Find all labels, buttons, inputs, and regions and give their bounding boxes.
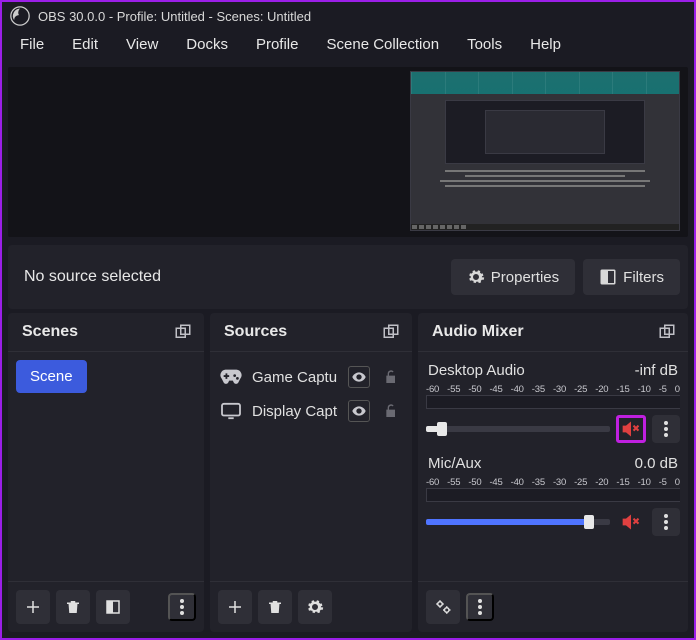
sources-panel: Sources Game Capture Display Capture [210, 313, 412, 632]
filters-label: Filters [623, 269, 664, 286]
monitor-icon [220, 402, 242, 420]
gear-icon [467, 268, 485, 286]
speaker-muted-icon [621, 420, 641, 438]
scenes-panel: Scenes Scene [8, 313, 204, 632]
menu-edit[interactable]: Edit [58, 30, 112, 59]
menu-scene-collection[interactable]: Scene Collection [313, 30, 454, 59]
menu-view[interactable]: View [112, 30, 172, 59]
volume-slider[interactable] [426, 426, 610, 432]
remove-scene-button[interactable] [56, 590, 90, 624]
source-item[interactable]: Game Capture [218, 360, 404, 394]
mixer-body: Desktop Audio -inf dB -60-55-50-45-40-35… [418, 352, 688, 581]
audio-meter [426, 395, 680, 409]
filters-icon [104, 598, 122, 616]
scenes-footer [8, 581, 204, 632]
remove-source-button[interactable] [258, 590, 292, 624]
speaker-muted-icon [621, 513, 641, 531]
plus-icon [24, 598, 42, 616]
sources-header: Sources [210, 313, 412, 352]
add-source-button[interactable] [218, 590, 252, 624]
eye-icon [351, 369, 367, 385]
mute-button[interactable] [616, 415, 646, 443]
sources-footer [210, 581, 412, 632]
source-label: Display Capture [252, 403, 338, 420]
channel-db: -inf dB [635, 362, 678, 379]
unlock-icon [383, 369, 399, 385]
properties-label: Properties [491, 269, 559, 286]
preview-canvas[interactable] [8, 67, 688, 237]
scene-filters-button[interactable] [96, 590, 130, 624]
mixer-title: Audio Mixer [432, 323, 524, 341]
scenes-menu-button[interactable] [168, 593, 196, 621]
mixer-footer [418, 581, 688, 632]
lock-toggle[interactable] [380, 400, 402, 422]
scenes-header: Scenes [8, 313, 204, 352]
plus-icon [226, 598, 244, 616]
add-scene-button[interactable] [16, 590, 50, 624]
app-window: OBS 30.0.0 - Profile: Untitled - Scenes:… [0, 0, 696, 640]
audio-meter [426, 488, 680, 502]
channel-db: 0.0 dB [635, 455, 678, 472]
scenes-title: Scenes [22, 323, 78, 341]
properties-button[interactable]: Properties [451, 259, 575, 295]
sources-title: Sources [224, 323, 287, 341]
popout-icon[interactable] [174, 323, 192, 341]
preview-thumbnail [410, 71, 680, 231]
meter-ticks: -60-55-50-45-40-35-30-25-20-15-10-50 [426, 476, 680, 488]
mixer-header: Audio Mixer [418, 313, 688, 352]
eye-icon [351, 403, 367, 419]
menubar: File Edit View Docks Profile Scene Colle… [2, 30, 694, 67]
popout-icon[interactable] [382, 323, 400, 341]
audio-channel-desktop: Desktop Audio -inf dB -60-55-50-45-40-35… [426, 360, 680, 443]
channel-menu-button[interactable] [652, 508, 680, 536]
meter-ticks: -60-55-50-45-40-35-30-25-20-15-10-50 [426, 383, 680, 395]
filters-button[interactable]: Filters [583, 259, 680, 295]
kebab-icon [664, 421, 668, 437]
menu-profile[interactable]: Profile [242, 30, 313, 59]
kebab-icon [478, 599, 482, 615]
menu-docks[interactable]: Docks [172, 30, 242, 59]
menu-file[interactable]: File [6, 30, 58, 59]
visibility-toggle[interactable] [348, 400, 370, 422]
audio-channel-mic: Mic/Aux 0.0 dB -60-55-50-45-40-35-30-25-… [426, 453, 680, 536]
menu-tools[interactable]: Tools [453, 30, 516, 59]
kebab-icon [664, 514, 668, 530]
unlock-icon [383, 403, 399, 419]
gears-icon [434, 598, 452, 616]
trash-icon [64, 598, 82, 616]
gamepad-icon [220, 368, 242, 386]
trash-icon [266, 598, 284, 616]
filters-icon [599, 268, 617, 286]
channel-menu-button[interactable] [652, 415, 680, 443]
volume-slider[interactable] [426, 519, 610, 525]
window-title: OBS 30.0.0 - Profile: Untitled - Scenes:… [38, 9, 311, 24]
kebab-icon [180, 599, 184, 615]
scene-item[interactable]: Scene [16, 360, 87, 393]
titlebar: OBS 30.0.0 - Profile: Untitled - Scenes:… [2, 2, 694, 30]
lock-toggle[interactable] [380, 366, 402, 388]
gear-icon [306, 598, 324, 616]
visibility-toggle[interactable] [348, 366, 370, 388]
popout-icon[interactable] [658, 323, 676, 341]
advanced-audio-button[interactable] [426, 590, 460, 624]
source-properties-button[interactable] [298, 590, 332, 624]
obs-logo-icon [10, 6, 30, 26]
source-toolbar: No source selected Properties Filters [8, 245, 688, 309]
menu-help[interactable]: Help [516, 30, 575, 59]
mute-button[interactable] [616, 508, 646, 536]
source-item[interactable]: Display Capture [218, 394, 404, 428]
mixer-menu-button[interactable] [466, 593, 494, 621]
audio-mixer-panel: Audio Mixer Desktop Audio -inf dB -60-55… [418, 313, 688, 632]
source-label: Game Capture [252, 369, 338, 386]
channel-name: Mic/Aux [428, 455, 481, 472]
no-source-label: No source selected [16, 268, 443, 286]
docks-row: Scenes Scene Sources Gam [2, 313, 694, 638]
channel-name: Desktop Audio [428, 362, 525, 379]
